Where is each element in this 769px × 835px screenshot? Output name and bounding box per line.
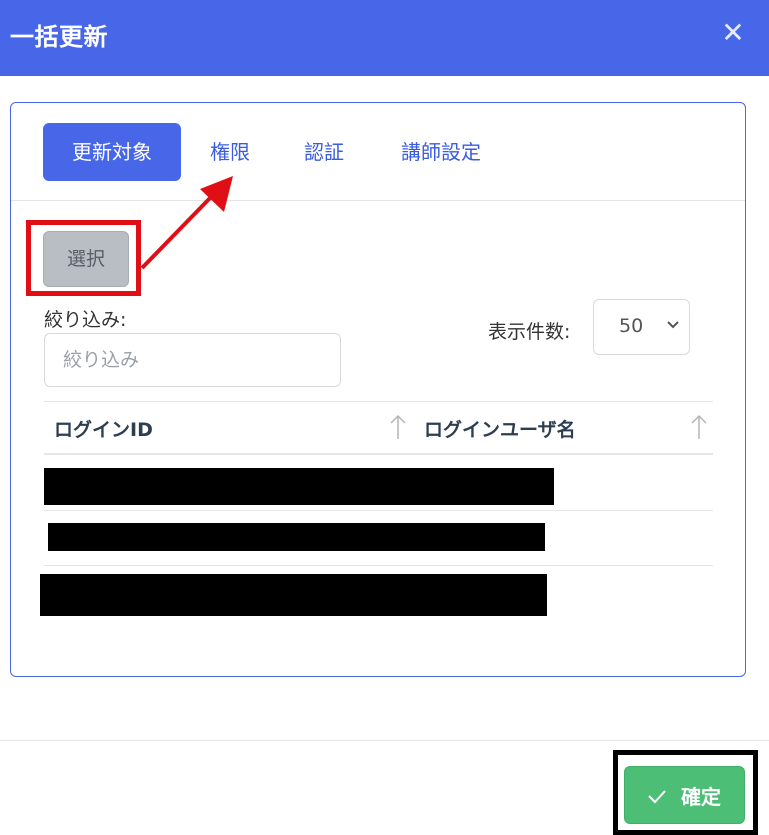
arrow-up-icon[interactable]: [691, 412, 707, 442]
close-icon: ✕: [721, 16, 745, 49]
table-row[interactable]: [44, 457, 713, 511]
dialog-title: 一括更新: [10, 23, 108, 51]
column-login-username[interactable]: ログインユーザ名: [424, 415, 576, 442]
tab-instructor-settings[interactable]: 講師設定: [387, 123, 495, 181]
check-icon: [648, 790, 666, 804]
filter-input[interactable]: [44, 333, 341, 387]
confirm-label: 確定: [681, 785, 721, 809]
table-row[interactable]: [44, 512, 713, 566]
table-row[interactable]: [40, 567, 713, 621]
arrow-up-icon[interactable]: [390, 412, 406, 442]
page-size-value: 50: [619, 315, 644, 337]
filter-label: 絞り込み:: [44, 309, 127, 331]
confirm-button[interactable]: 確定: [624, 766, 745, 824]
update-panel: 更新対象 権限 認証 講師設定 選択 絞り込み: 表示件数: 50 ログインID…: [10, 102, 746, 677]
close-button[interactable]: ✕: [718, 16, 748, 50]
dialog-header: 一括更新 ✕: [0, 0, 769, 76]
column-login-id[interactable]: ログインID: [54, 415, 153, 442]
page-size-select[interactable]: 50: [593, 299, 690, 355]
tab-update-target[interactable]: 更新対象: [43, 123, 181, 181]
tab-bar: 更新対象 権限 認証 講師設定: [11, 103, 745, 201]
tab-permissions[interactable]: 権限: [197, 123, 263, 181]
tab-authentication[interactable]: 認証: [291, 123, 357, 181]
page-size-label: 表示件数:: [488, 321, 571, 343]
redacted-block: [40, 574, 547, 616]
table-header: ログインID ログインユーザ名: [44, 401, 713, 455]
chevron-down-icon: [667, 321, 679, 329]
footer-divider: [0, 740, 769, 741]
redacted-block: [44, 468, 554, 505]
redacted-block: [48, 523, 545, 551]
select-button[interactable]: 選択: [43, 231, 129, 287]
